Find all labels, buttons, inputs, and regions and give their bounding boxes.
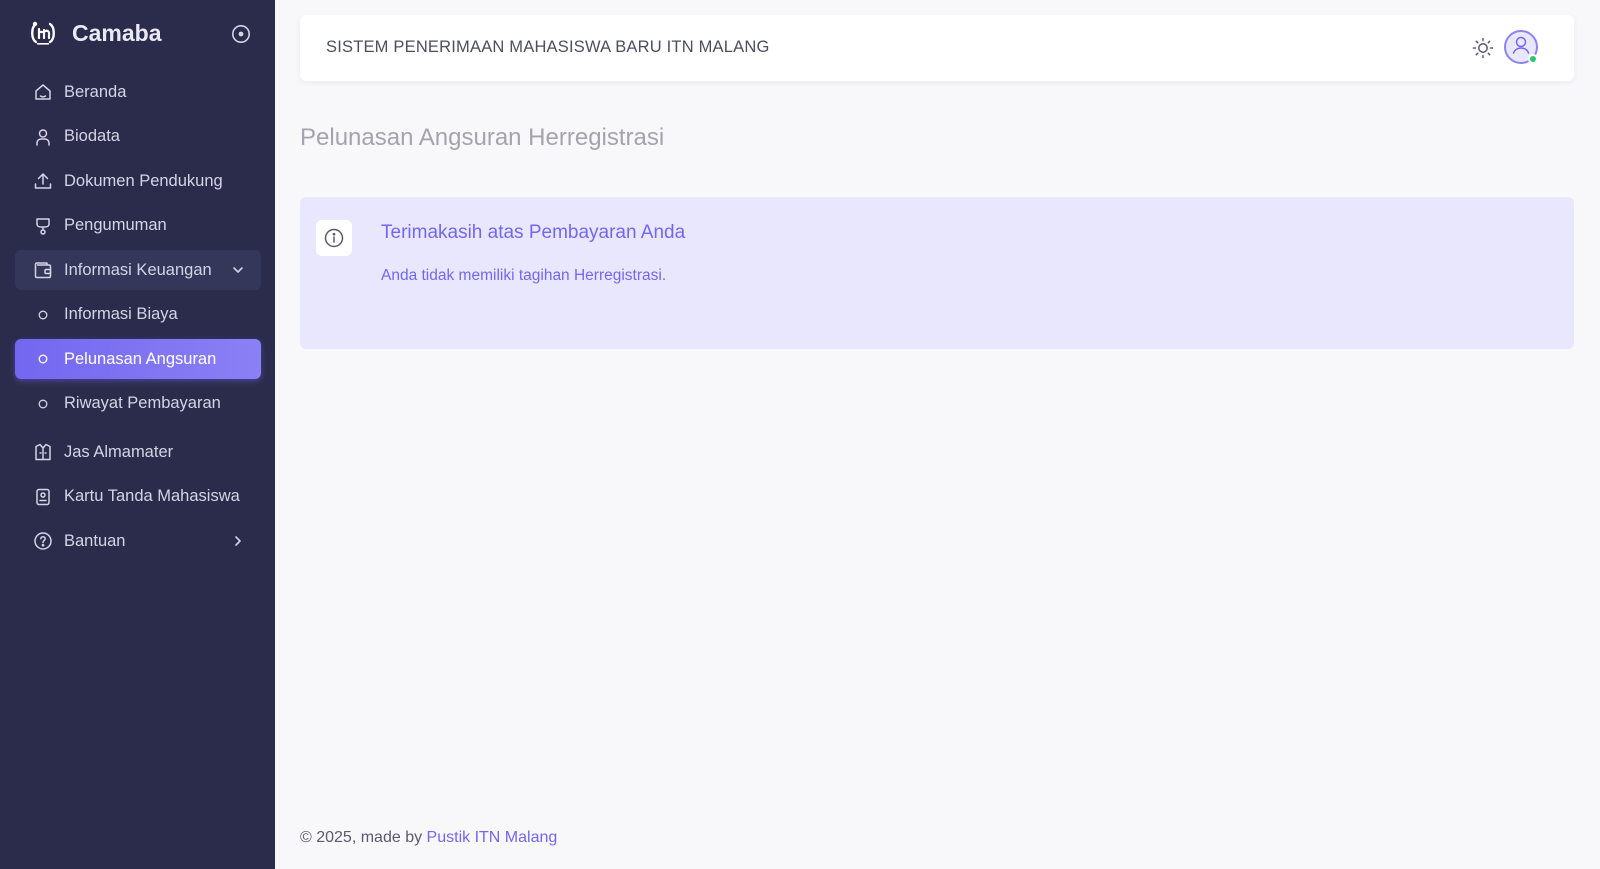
sidebar-item-label: Riwayat Pembayaran	[64, 394, 221, 412]
circle-icon	[33, 305, 53, 325]
jacket-icon	[33, 442, 53, 462]
sidebar-item-jas-almamater[interactable]: Jas Almamater	[15, 432, 261, 472]
page-title: Pelunasan Angsuran Herregistrasi	[300, 124, 665, 151]
sidebar-item-pengumuman[interactable]: Pengumuman	[15, 206, 261, 246]
sidebar-item-dokumen-pendukung[interactable]: Dokumen Pendukung	[15, 161, 261, 201]
upload-icon	[33, 171, 53, 191]
sidebar-nav: Beranda Biodata Dokumen Pendukung Pengum…	[15, 72, 261, 566]
sidebar-item-kartu-tanda-mahasiswa[interactable]: Kartu Tanda Mahasiswa	[15, 477, 261, 517]
id-card-icon	[33, 487, 53, 507]
sidebar-item-beranda[interactable]: Beranda	[15, 72, 261, 112]
sidebar-subitem-riwayat-pembayaran[interactable]: Riwayat Pembayaran	[15, 384, 261, 424]
online-status-dot	[1528, 54, 1538, 64]
alert-heading: Terimakasih atas Pembayaran Anda	[381, 222, 686, 243]
payment-alert: Terimakasih atas Pembayaran Anda Anda ti…	[300, 197, 1574, 349]
sidebar-item-label: Pengumuman	[64, 216, 167, 234]
footer: © 2025, made by Pustik ITN Malang	[300, 829, 557, 847]
itn-logo-icon	[28, 18, 58, 48]
sidebar-subitem-pelunasan-angsuran[interactable]: Pelunasan Angsuran	[15, 339, 261, 379]
alert-text: Anda tidak memiliki tagihan Herregistras…	[381, 267, 667, 284]
user-avatar[interactable]	[1504, 30, 1538, 64]
sidebar: Camaba Beranda Biodata Dokumen Pendukung…	[0, 0, 275, 869]
info-icon	[316, 220, 352, 256]
sidebar-item-label: Biodata	[64, 127, 120, 145]
sidebar-item-label: Informasi Keuangan	[64, 260, 212, 279]
help-icon	[33, 531, 53, 551]
sidebar-item-label: Pelunasan Angsuran	[64, 349, 217, 368]
announcement-icon	[33, 216, 53, 236]
circle-icon	[33, 349, 53, 369]
wallet-icon	[33, 260, 53, 280]
brand[interactable]: Camaba	[28, 14, 253, 52]
sidebar-item-label: Jas Almamater	[64, 442, 174, 461]
sun-icon[interactable]	[1470, 35, 1496, 61]
chevron-right-icon	[229, 532, 247, 550]
sidebar-item-biodata[interactable]: Biodata	[15, 117, 261, 157]
sidebar-item-bantuan[interactable]: Bantuan	[15, 521, 261, 561]
sidebar-item-informasi-keuangan[interactable]: Informasi Keuangan	[15, 250, 261, 290]
chevron-down-icon	[229, 261, 247, 279]
sidebar-toggle-icon[interactable]	[231, 24, 251, 44]
sidebar-item-label: Kartu Tanda Mahasiswa	[64, 487, 240, 505]
topbar: SISTEM PENERIMAAN MAHASISWA BARU ITN MAL…	[300, 15, 1574, 81]
user-icon	[33, 127, 53, 147]
system-title: SISTEM PENERIMAAN MAHASISWA BARU ITN MAL…	[326, 38, 770, 56]
home-icon	[33, 82, 53, 102]
footer-link[interactable]: Pustik ITN Malang	[427, 829, 558, 846]
circle-icon	[33, 394, 53, 414]
sidebar-item-label: Informasi Biaya	[64, 305, 178, 323]
footer-text: © 2025, made by	[300, 829, 423, 846]
sidebar-item-label: Beranda	[64, 82, 127, 101]
sidebar-subitem-informasi-biaya[interactable]: Informasi Biaya	[15, 295, 261, 335]
brand-name: Camaba	[72, 19, 162, 46]
sidebar-item-label: Dokumen Pendukung	[64, 171, 223, 190]
sidebar-item-label: Bantuan	[64, 531, 126, 550]
